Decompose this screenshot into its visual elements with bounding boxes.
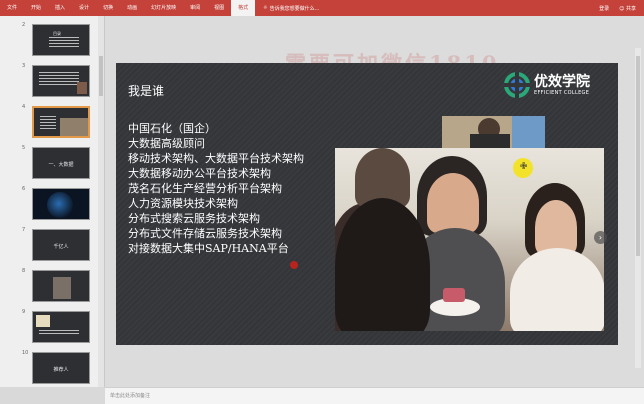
thumbnail-number: 8 — [22, 268, 26, 274]
bio-line: 大数据移动办公平台技术架构 — [128, 167, 271, 180]
thumbnail-number: 6 — [22, 186, 26, 192]
thumbnail-image[interactable] — [32, 188, 90, 220]
thumbnail-scroll-thumb[interactable] — [99, 56, 103, 96]
thumbnail-image[interactable] — [32, 270, 90, 302]
thumbnail-number: 2 — [22, 22, 26, 28]
thumbnail-slide-4[interactable]: 4 — [0, 102, 100, 140]
bio-line: 茂名石化生产经营分析平台架构 — [128, 182, 282, 195]
thumbnail-photo — [60, 118, 88, 136]
ribbon-bar: 文件 开始 插入 设计 切换 动画 幻灯片放映 审阅 视图 格式 ☼ 告诉我您想… — [0, 0, 644, 16]
thumbnail-slide-5[interactable]: 5 一、大数据 — [0, 143, 100, 181]
slide-title: 我是谁 — [128, 84, 165, 98]
thumbnail-photo — [53, 277, 71, 299]
tab-slideshow[interactable]: 幻灯片放映 — [144, 0, 183, 16]
logo-subtitle: EFFICIENT COLLEGE — [534, 90, 590, 96]
thumbnail-slide-7[interactable]: 7 千亿人 — [0, 225, 100, 263]
tab-insert[interactable]: 插入 — [48, 0, 72, 16]
bio-line: 移动技术架构、大数据平台技术架构 — [128, 152, 304, 165]
thumbnail-image[interactable]: 推荐人 — [32, 352, 90, 384]
thumbnail-slide-3[interactable]: 3 — [0, 61, 100, 99]
tab-file[interactable]: 文件 — [0, 0, 24, 16]
thumbnail-slide-9[interactable]: 9 — [0, 307, 100, 345]
thumbnail-slide-8[interactable]: 8 — [0, 266, 100, 304]
next-photo-arrow-icon[interactable]: › — [594, 231, 607, 244]
lightbulb-icon: ☼ — [263, 5, 268, 11]
thumbnail-photo — [36, 315, 50, 327]
thumbnail-slide-6[interactable]: 6 — [0, 184, 100, 222]
bio-line: 分布式搜索云服务技术架构 — [128, 212, 260, 225]
thumbnail-title: 推荐人 — [53, 367, 69, 373]
thumbnail-image[interactable]: 目录 — [32, 24, 90, 56]
thumbnail-image[interactable] — [32, 65, 90, 97]
thumbnail-number: 10 — [22, 350, 29, 356]
logo-mark-icon — [504, 72, 530, 98]
pointer-icon: ✙ — [513, 158, 533, 178]
thumbnail-image-active[interactable] — [32, 106, 90, 138]
tab-transitions[interactable]: 切换 — [96, 0, 120, 16]
college-logo: 优效学院 EFFICIENT COLLEGE — [504, 70, 614, 100]
thumbnail-title: 千亿人 — [53, 244, 69, 250]
tab-design[interactable]: 设计 — [72, 0, 96, 16]
tab-format[interactable]: 格式 — [231, 0, 256, 16]
small-photo[interactable] — [442, 116, 545, 149]
notes-placeholder: 单击此处添加备注 — [110, 393, 151, 399]
current-slide[interactable]: 我是谁 优效学院 EFFICIENT COLLEGE 中国石化（国企） 大数据高… — [116, 63, 618, 345]
tell-me-text: 告诉我您想要做什么... — [269, 5, 320, 12]
bio-list: 中国石化（国企） 大数据高级顾问 移动技术架构、大数据平台技术架构 大数据移动办… — [128, 121, 304, 256]
bio-line: 分布式文件存储云服务技术架构 — [128, 227, 282, 240]
stage-scrollbar[interactable] — [623, 16, 644, 387]
globe-graphic — [47, 192, 73, 218]
thumbnail-title: 一、大数据 — [48, 162, 74, 168]
thumbnail-slide-10[interactable]: 10 推荐人 — [0, 348, 100, 386]
thumbnail-number: 3 — [22, 63, 26, 69]
thumbnail-number: 5 — [22, 145, 26, 151]
share-label: 共享 — [625, 5, 636, 12]
tab-home[interactable]: 开始 — [24, 0, 48, 16]
login-link[interactable]: 登录 — [599, 5, 609, 12]
bio-line: 人力资源模块技术架构 — [128, 197, 238, 210]
thumbnail-slide-2[interactable]: 2 目录 — [0, 20, 100, 58]
share-button[interactable]: ☺ 共享 — [619, 5, 636, 12]
thumbnail-number: 9 — [22, 309, 26, 315]
person-icon: ☺ — [619, 5, 625, 12]
thumbnail-scrollbar[interactable] — [98, 16, 104, 387]
logo-name: 优效学院 — [534, 74, 590, 90]
tab-animations[interactable]: 动画 — [120, 0, 144, 16]
tell-me-box[interactable]: ☼ 告诉我您想要做什么... — [255, 5, 319, 12]
thumbnail-photo — [77, 82, 87, 94]
thumbnail-number: 7 — [22, 227, 26, 233]
notes-pane[interactable]: 单击此处添加备注 — [105, 387, 644, 404]
bio-line: 对接数据大集中SAP/HANA平台 — [128, 242, 289, 255]
thumbnail-number: 4 — [22, 104, 26, 110]
bio-line: 大数据高级顾问 — [128, 137, 205, 150]
group-photo[interactable]: ✙ — [335, 148, 604, 331]
thumbnail-image[interactable]: 千亿人 — [32, 229, 90, 261]
thumbnail-image[interactable] — [32, 311, 90, 343]
tab-review[interactable]: 审阅 — [183, 0, 207, 16]
stage-scroll-thumb[interactable] — [636, 56, 640, 256]
thumbnail-panel: 2 目录 3 4 5 一、大数据 6 7 千亿人 8 9 10 推荐人 — [0, 16, 105, 387]
tab-view[interactable]: 视图 — [207, 0, 231, 16]
bio-line: 中国石化（国企） — [128, 122, 216, 135]
laser-pointer-dot — [290, 261, 298, 269]
thumbnail-image[interactable]: 一、大数据 — [32, 147, 90, 179]
